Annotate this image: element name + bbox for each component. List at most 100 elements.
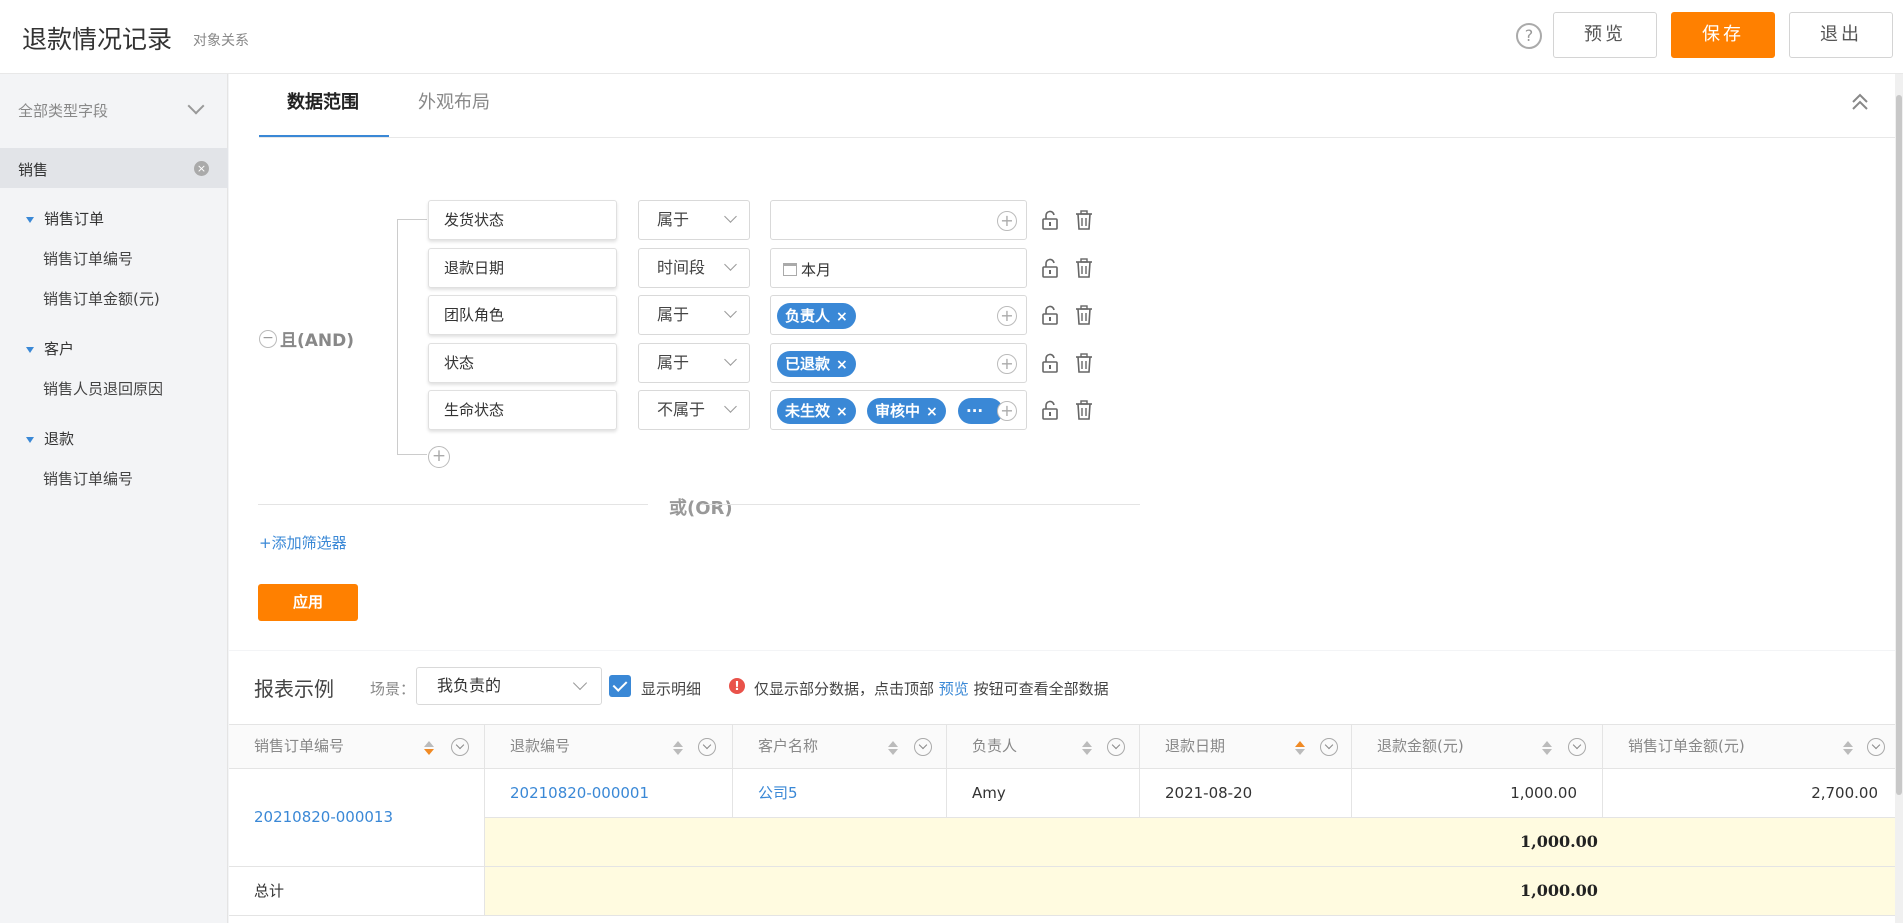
sort-desc-icon[interactable] — [1295, 741, 1305, 755]
unlock-icon[interactable] — [1042, 400, 1058, 420]
condition-operator-select[interactable]: 属于 — [638, 343, 750, 383]
trash-icon[interactable] — [1075, 305, 1093, 325]
tree-item[interactable]: 销售订单编号 — [43, 468, 133, 489]
condition-value-input[interactable]: + — [770, 200, 1027, 240]
collapse-up-icon[interactable] — [1850, 92, 1870, 112]
table-cell: 公司5 — [733, 769, 947, 818]
close-icon[interactable]: × — [836, 309, 848, 325]
condition-operator-select[interactable]: 不属于 — [638, 390, 750, 430]
condition-field[interactable]: 退款日期 — [428, 248, 617, 288]
condition-operator-select[interactable]: 属于 — [638, 200, 750, 240]
tree-group-customer[interactable]: 客户 — [26, 338, 74, 359]
condition-field[interactable]: 团队角色 — [428, 295, 617, 335]
add-value-icon[interactable]: + — [997, 306, 1017, 326]
apply-button[interactable]: 应用 — [258, 584, 358, 621]
field-type-select[interactable]: 全部类型字段 — [18, 100, 108, 121]
condition-field[interactable]: 状态 — [428, 343, 617, 383]
clear-icon[interactable]: × — [194, 161, 209, 176]
order-no-link[interactable]: 20210820-000013 — [254, 808, 393, 826]
sort-icon[interactable] — [1082, 741, 1092, 755]
close-icon[interactable]: × — [926, 404, 938, 420]
exit-button[interactable]: 退出 — [1789, 12, 1893, 58]
notice-text: 按钮可查看全部数据 — [973, 680, 1109, 698]
add-filter-link[interactable]: +添加筛选器 — [259, 532, 347, 553]
notice-preview-link[interactable]: 预览 — [939, 680, 969, 698]
tree-item[interactable]: 销售人员退回原因 — [43, 378, 163, 399]
sidebar-tab-sales[interactable]: 销售 × — [0, 148, 228, 188]
tree-item[interactable]: 销售订单编号 — [43, 248, 133, 269]
column-menu-icon[interactable] — [451, 738, 469, 756]
column-header-label: 退款编号 — [510, 737, 571, 755]
chip-label: 已退款 — [785, 355, 831, 373]
save-button[interactable]: 保存 — [1671, 12, 1775, 58]
close-icon[interactable]: × — [836, 357, 848, 373]
tab-appearance[interactable]: 外观布局 — [418, 88, 490, 114]
unlock-icon[interactable] — [1042, 305, 1058, 325]
column-header[interactable]: 退款编号 — [485, 724, 733, 769]
add-value-icon[interactable]: + — [997, 401, 1017, 421]
condition-field[interactable]: 生命状态 — [428, 390, 617, 430]
column-menu-icon[interactable] — [1867, 738, 1885, 756]
add-value-icon[interactable]: + — [997, 211, 1017, 231]
column-header[interactable]: 退款日期 — [1140, 724, 1352, 769]
chevron-down-icon[interactable] — [187, 97, 205, 115]
sort-icon[interactable] — [673, 741, 683, 755]
sort-icon[interactable] — [1542, 741, 1552, 755]
add-condition-icon[interactable]: + — [428, 446, 450, 468]
condition-value-input[interactable]: 已退款 × + — [770, 343, 1027, 383]
value-chip[interactable]: 已退款 × — [777, 351, 856, 377]
preview-notice: 仅显示部分数据，点击顶部 预览 按钮可查看全部数据 — [754, 678, 1109, 699]
warning-icon: ! — [729, 678, 745, 694]
column-menu-icon[interactable] — [698, 738, 716, 756]
column-header[interactable]: 负责人 — [947, 724, 1140, 769]
value-chip[interactable]: 负责人 × — [777, 303, 856, 329]
condition-operator-select[interactable]: 时间段 — [638, 248, 750, 288]
trash-icon[interactable] — [1075, 400, 1093, 420]
page-title: 退款情况记录 — [22, 25, 173, 54]
tab-divider — [259, 137, 1903, 138]
show-detail-checkbox[interactable] — [609, 675, 631, 697]
refund-no-link[interactable]: 20210820-000001 — [510, 784, 649, 802]
condition-field[interactable]: 发货状态 — [428, 200, 617, 240]
unlock-icon[interactable] — [1042, 258, 1058, 278]
trash-icon[interactable] — [1075, 258, 1093, 278]
condition-value-input[interactable]: 未生效 × 审核中 × ··· + — [770, 390, 1027, 430]
column-menu-icon[interactable] — [1107, 738, 1125, 756]
trash-icon[interactable] — [1075, 210, 1093, 230]
column-menu-icon[interactable] — [1568, 738, 1586, 756]
sort-desc-icon[interactable] — [424, 741, 434, 755]
tree-group-refund[interactable]: 退款 — [26, 428, 74, 449]
scene-select[interactable]: 我负责的 — [416, 667, 602, 705]
value-chip[interactable]: 审核中 × — [867, 398, 946, 424]
close-icon[interactable]: × — [836, 404, 848, 420]
value-chip[interactable]: 未生效 × — [777, 398, 856, 424]
column-header[interactable]: 客户名称 — [733, 724, 947, 769]
sort-icon[interactable] — [1843, 741, 1853, 755]
scrollbar-thumb[interactable] — [1896, 95, 1902, 795]
chip-label: 未生效 — [785, 402, 831, 420]
trash-icon[interactable] — [1075, 353, 1093, 373]
customer-link[interactable]: 公司5 — [758, 784, 798, 802]
preview-button[interactable]: 预览 — [1553, 12, 1657, 58]
tab-data-range[interactable]: 数据范围 — [287, 88, 359, 114]
add-value-icon[interactable]: + — [997, 354, 1017, 374]
sort-icon[interactable] — [888, 741, 898, 755]
column-menu-icon[interactable] — [1320, 738, 1338, 756]
condition-date-input[interactable]: 本月 — [770, 248, 1027, 288]
column-header[interactable]: 退款金额(元) — [1352, 724, 1603, 769]
column-menu-icon[interactable] — [914, 738, 932, 756]
unlock-icon[interactable] — [1042, 210, 1058, 230]
tree-group-sales-order[interactable]: 销售订单 — [26, 208, 104, 229]
condition-value-input[interactable]: 负责人 × + — [770, 295, 1027, 335]
collapse-group-icon[interactable]: − — [259, 330, 277, 348]
tree-item[interactable]: 销售订单金额(元) — [43, 288, 160, 309]
total-label: 总计 — [254, 882, 285, 900]
help-icon[interactable]: ? — [1516, 23, 1542, 49]
condition-operator-select[interactable]: 属于 — [638, 295, 750, 335]
table-cell: 1,000.00 — [1352, 769, 1603, 818]
unlock-icon[interactable] — [1042, 353, 1058, 373]
chip-label: 审核中 — [875, 402, 921, 420]
chevron-down-icon — [724, 258, 737, 271]
column-header[interactable]: 销售订单金额(元) — [1603, 724, 1903, 769]
column-header[interactable]: 销售订单编号 — [229, 724, 485, 769]
